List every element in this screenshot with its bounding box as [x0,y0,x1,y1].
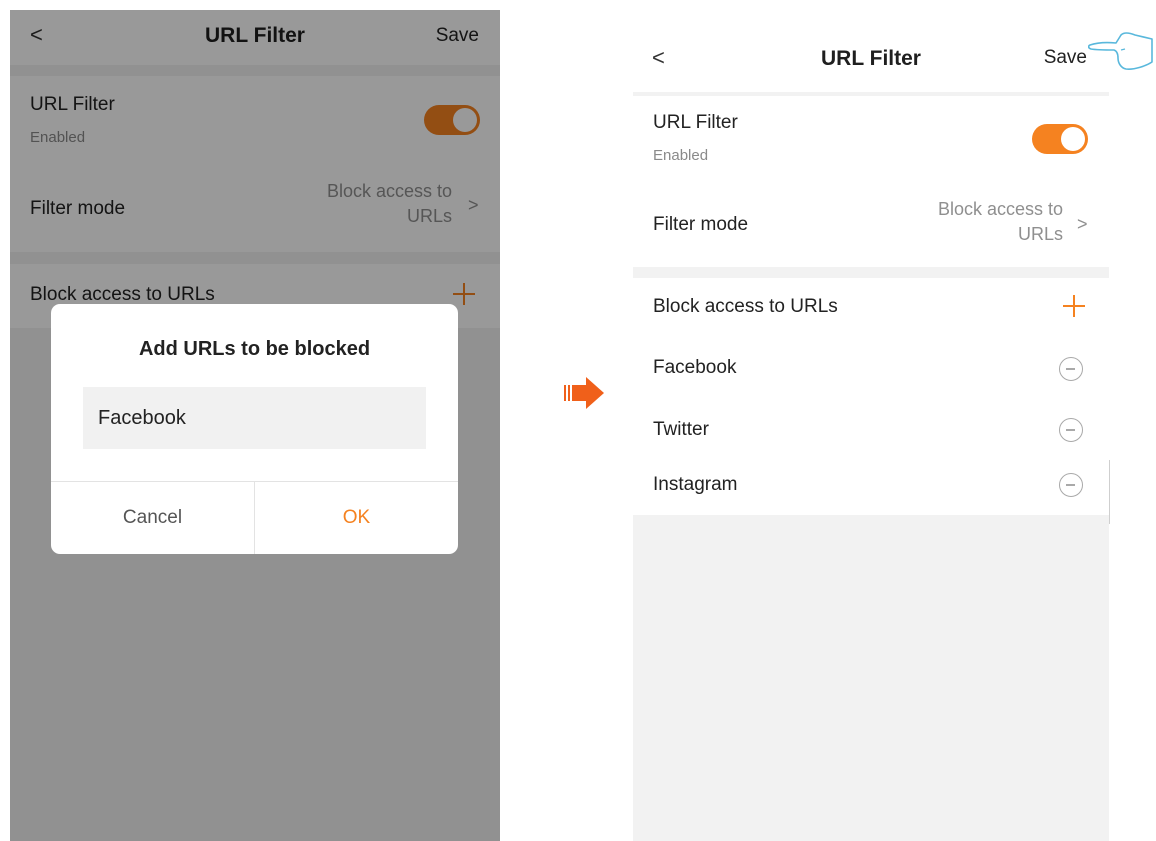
chevron-right-icon[interactable]: > [1077,214,1088,235]
cancel-button[interactable]: Cancel [51,482,254,554]
block-section: Block access to URLs Facebook Twitter In… [633,278,1109,515]
block-section-label: Block access to URLs [653,296,838,317]
minus-circle-icon[interactable] [1059,418,1083,442]
url-list-item: Twitter [653,419,709,440]
plus-icon[interactable] [1063,295,1085,317]
url-filter-label: URL Filter [653,112,738,133]
minus-circle-icon[interactable] [1059,357,1083,381]
left-screen: < URL Filter Save URL Filter Enabled Fil… [10,10,500,841]
url-filter-toggle[interactable] [1032,124,1088,154]
pointing-hand-icon [1088,32,1153,70]
arrow-right-icon [564,377,604,409]
url-list-item: Facebook [653,357,737,378]
save-button[interactable]: Save [1044,47,1087,69]
settings-card: URL Filter Enabled Filter mode Block acc… [633,96,1109,267]
add-url-dialog: Add URLs to be blocked Cancel OK [51,304,458,554]
url-input[interactable] [83,387,426,449]
filter-mode-label[interactable]: Filter mode [653,214,748,236]
minus-circle-icon[interactable] [1059,473,1083,497]
dialog-title: Add URLs to be blocked [138,338,371,360]
url-list-item: Instagram [653,474,738,495]
page-title: URL Filter [821,47,921,70]
nav-bar: < URL Filter Save [633,12,1109,92]
toggle-knob [1061,127,1085,151]
filter-mode-value-line2: URLs [1017,224,1063,244]
filter-mode-value-line1: Block access to [937,199,1063,219]
right-screen: < URL Filter Save URL Filter Enabled Fil… [633,12,1109,841]
scrollbar[interactable] [1109,460,1110,524]
ok-button[interactable]: OK [255,482,458,554]
filter-mode-value[interactable]: Block access to URLs [938,197,1063,247]
url-filter-status: Enabled [653,147,709,164]
